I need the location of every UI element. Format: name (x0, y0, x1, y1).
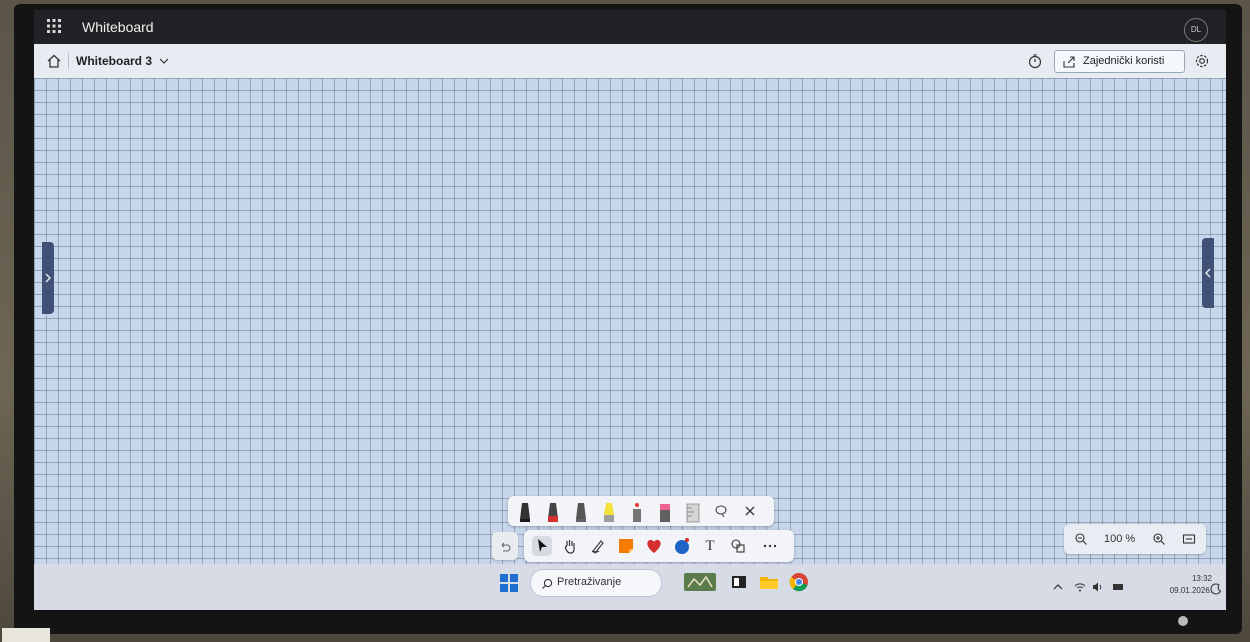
heart-reaction-icon[interactable] (644, 536, 664, 556)
more-options-icon[interactable] (760, 536, 780, 556)
right-panel-toggle[interactable] (1202, 238, 1214, 308)
app-launcher-icon[interactable] (46, 18, 62, 34)
screen: Whiteboard DL Whiteboard 3 Zajednički ko… (34, 10, 1226, 610)
home-icon[interactable] (46, 53, 62, 69)
user-avatar[interactable]: DL (1184, 18, 1208, 42)
pen-tray (508, 496, 774, 526)
search-placeholder: Pretraživanje (557, 576, 622, 588)
zoom-out-icon[interactable] (1074, 532, 1088, 546)
share-button-label: Zajednički koristi (1083, 55, 1165, 67)
task-view-icon[interactable] (728, 571, 750, 593)
insert-media-icon[interactable] (672, 536, 692, 556)
main-toolbar: T (524, 530, 794, 562)
network-icon[interactable] (1112, 580, 1124, 592)
settings-gear-icon[interactable] (1194, 53, 1210, 69)
windows-start-icon[interactable] (500, 574, 518, 592)
volume-icon[interactable] (1092, 580, 1104, 592)
power-button (1178, 616, 1188, 626)
left-panel-toggle[interactable] (42, 242, 54, 314)
chevron-up-icon[interactable] (1052, 580, 1064, 592)
board-name[interactable]: Whiteboard 3 (76, 54, 152, 68)
share-button[interactable]: Zajednički koristi (1054, 50, 1185, 73)
undo-icon (499, 540, 511, 552)
fit-to-screen-icon[interactable] (1182, 532, 1196, 546)
ruler[interactable] (684, 501, 702, 523)
clock-time[interactable]: 13:32 (1172, 574, 1212, 583)
app-title: Whiteboard (82, 19, 154, 35)
red-laser-pen[interactable] (628, 501, 646, 523)
toolbar-divider (68, 53, 69, 69)
zoom-panel: 100 % (1064, 524, 1206, 554)
lasso-icon[interactable] (714, 504, 728, 518)
file-explorer-icon[interactable] (758, 571, 780, 593)
text-tool-icon[interactable]: T (700, 536, 720, 556)
widgets-icon[interactable] (684, 571, 716, 593)
wall-sticker (2, 628, 50, 642)
undo-button[interactable] (492, 532, 518, 560)
hand-pan-icon[interactable] (560, 536, 580, 556)
pink-eraser[interactable] (656, 501, 674, 523)
shapes-icon[interactable] (728, 536, 748, 556)
timer-icon[interactable] (1027, 53, 1043, 69)
search-icon (541, 577, 553, 589)
select-tool-icon[interactable] (532, 536, 552, 556)
close-icon[interactable] (744, 504, 756, 516)
taskbar-search-input[interactable]: Pretraživanje (530, 569, 662, 597)
zoom-level: 100 % (1104, 533, 1136, 545)
title-bar: Whiteboard DL (34, 10, 1226, 44)
notifications-icon[interactable] (1210, 582, 1222, 595)
board-toolbar: Whiteboard 3 Zajednički koristi (34, 44, 1226, 79)
sticky-note-icon[interactable] (616, 536, 636, 556)
wifi-icon[interactable] (1074, 580, 1086, 592)
chevron-down-icon[interactable] (158, 54, 170, 66)
system-tray: 13:32 09.01.2026. (1052, 574, 1222, 602)
share-icon (1063, 55, 1075, 68)
chrome-icon[interactable] (788, 571, 810, 593)
pen-tool-icon[interactable] (588, 536, 608, 556)
yellow-highlighter[interactable] (600, 501, 618, 523)
black-pen[interactable] (516, 501, 534, 523)
red-pen[interactable] (544, 501, 562, 523)
zoom-in-icon[interactable] (1152, 532, 1166, 546)
windows-taskbar: Pretraživanje 13:32 09.01.2026. (34, 564, 1226, 610)
clock-date[interactable]: 09.01.2026. (1152, 586, 1212, 595)
gray-pen[interactable] (572, 501, 590, 523)
